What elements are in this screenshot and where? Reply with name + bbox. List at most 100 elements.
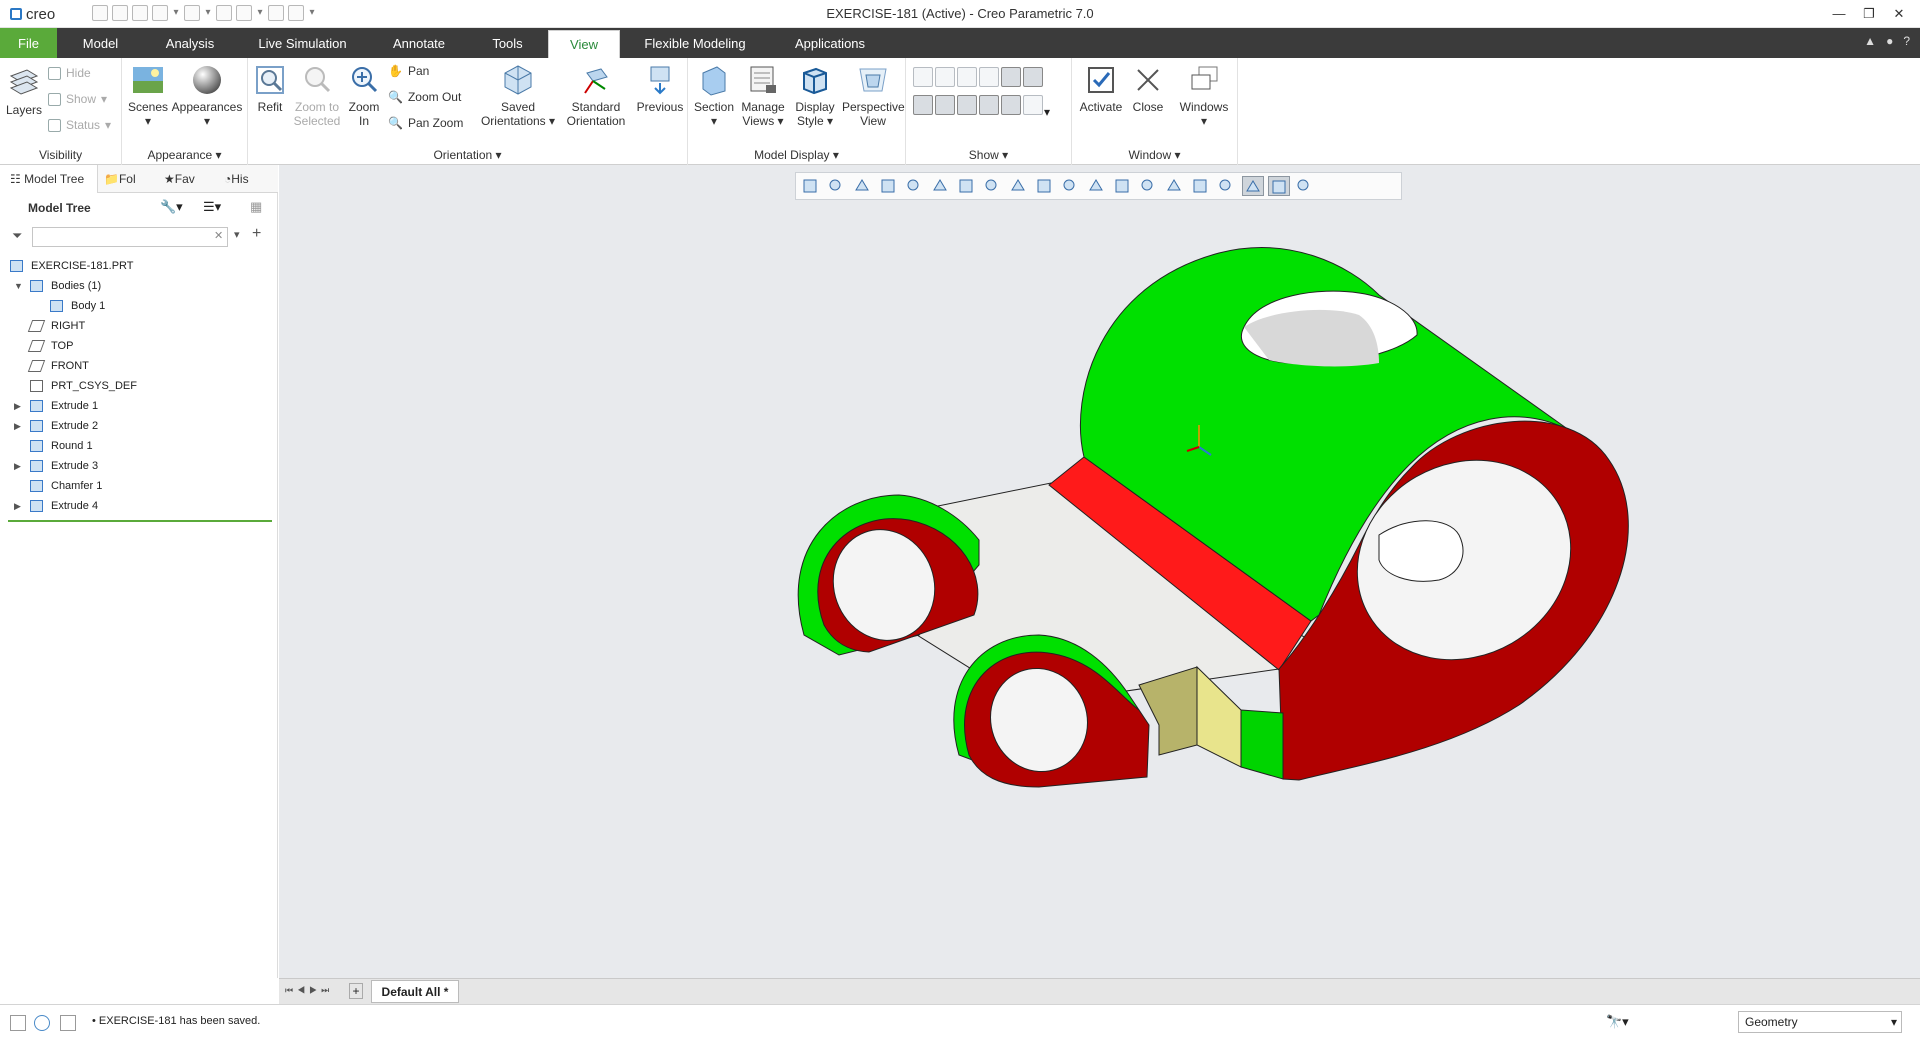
expand-icon[interactable]: ▶ xyxy=(14,416,21,436)
tree-item[interactable]: TOP xyxy=(0,336,278,356)
zoom-out-button[interactable]: 🔍 Zoom Out xyxy=(388,88,461,106)
filter-icon[interactable]: ⏷ xyxy=(12,228,22,244)
axis-display-icon[interactable] xyxy=(935,67,955,87)
scenes-button[interactable]: Scenes ▾ xyxy=(126,63,170,128)
tab-history[interactable]: ◔His xyxy=(224,165,274,193)
axis-tag-icon[interactable] xyxy=(935,95,955,115)
tree-search-input[interactable] xyxy=(32,227,228,247)
show-menu-icon[interactable]: ☰▾ xyxy=(203,199,221,215)
tree-item[interactable]: Round 1 xyxy=(0,436,278,456)
selection-filter[interactable]: Geometry ▾ xyxy=(1738,1011,1902,1033)
restore-icon[interactable]: ❐ xyxy=(1854,2,1884,26)
manage-views-button[interactable]: Manage Views ▾ xyxy=(738,63,788,128)
help-icon[interactable]: ? xyxy=(1903,34,1910,48)
undo-icon[interactable] xyxy=(152,5,168,21)
windows-button[interactable]: Windows ▾ xyxy=(1176,63,1232,128)
tree-item[interactable]: Body 1 xyxy=(0,296,278,316)
pan-zoom-button[interactable]: 🔍 Pan Zoom xyxy=(388,114,463,132)
status-button[interactable]: Status ▾ xyxy=(48,116,111,134)
open-file-icon[interactable] xyxy=(112,5,128,21)
undo-dropdown-icon[interactable]: ▾ xyxy=(172,5,180,21)
minimize-icon[interactable]: — xyxy=(1824,2,1854,26)
navigator-toggle-icon[interactable] xyxy=(10,1015,26,1031)
graphics-window[interactable] xyxy=(279,165,1920,978)
tab-file[interactable]: File xyxy=(0,28,57,58)
tree-item[interactable]: ▶ Extrude 3 xyxy=(0,456,278,476)
group-label-show[interactable]: Show ▾ xyxy=(906,148,1071,162)
tree-item[interactable]: EXERCISE-181.PRT xyxy=(0,256,278,276)
new-file-icon[interactable] xyxy=(92,5,108,21)
save-icon[interactable] xyxy=(132,5,148,21)
tree-item[interactable]: ▼ Bodies (1) xyxy=(0,276,278,296)
group-label-window[interactable]: Window ▾ xyxy=(1072,148,1237,162)
tree-item[interactable]: RIGHT xyxy=(0,316,278,336)
tab-applications[interactable]: Applications xyxy=(780,28,880,58)
user-icon[interactable]: ● xyxy=(1886,34,1893,48)
tab-model[interactable]: Model xyxy=(68,28,133,58)
tree-item[interactable]: ▶ Extrude 4 xyxy=(0,496,278,516)
tree-item[interactable]: Chamfer 1 xyxy=(0,476,278,496)
tab-live-simulation[interactable]: Live Simulation xyxy=(250,28,355,58)
expand-icon[interactable]: ▶ xyxy=(14,496,21,516)
plane-tag-icon[interactable] xyxy=(913,95,933,115)
tab-analysis[interactable]: Analysis xyxy=(155,28,225,58)
tab-model-tree[interactable]: ☷ Model Tree xyxy=(0,165,98,193)
standard-orientation-button[interactable]: Standard Orientation xyxy=(558,63,634,128)
tree-columns-icon[interactable]: ▦ xyxy=(250,199,262,215)
close-icon[interactable]: ✕ xyxy=(1884,2,1914,26)
group-label-orientation[interactable]: Orientation ▾ xyxy=(248,148,687,162)
regenerate-icon[interactable] xyxy=(216,5,232,21)
group-label-model-display[interactable]: Model Display ▾ xyxy=(688,148,905,162)
refit-button[interactable]: Refit xyxy=(252,63,288,114)
hide-button[interactable]: Hide xyxy=(48,64,91,82)
previous-button[interactable]: Previous xyxy=(634,63,686,114)
plane-display-icon[interactable] xyxy=(913,67,933,87)
section-button[interactable]: Section ▾ xyxy=(692,63,736,128)
find-icon[interactable]: 🔭▾ xyxy=(1606,1014,1629,1030)
insert-here-indicator[interactable] xyxy=(8,520,272,522)
browser-toggle-icon[interactable] xyxy=(34,1015,50,1031)
close-window-icon[interactable] xyxy=(288,5,304,21)
add-filter-icon[interactable]: + xyxy=(252,225,261,243)
appearances-button[interactable]: Appearances ▾ xyxy=(170,63,244,128)
tab-tools[interactable]: Tools xyxy=(480,28,535,58)
tab-flexible-modeling[interactable]: Flexible Modeling xyxy=(635,28,755,58)
point-tag-icon[interactable] xyxy=(957,95,977,115)
zoom-to-selected-button[interactable]: Zoom to Selected xyxy=(290,63,344,128)
tree-item[interactable]: ▶ Extrude 1 xyxy=(0,396,278,416)
switch-windows-icon[interactable] xyxy=(268,5,284,21)
pan-button[interactable]: ✋ Pan xyxy=(388,62,429,80)
redo-dropdown-icon[interactable]: ▾ xyxy=(204,5,212,21)
point-display-icon[interactable] xyxy=(957,67,977,87)
show-button[interactable]: Show ▾ xyxy=(48,90,107,108)
tree-item[interactable]: ▶ Extrude 2 xyxy=(0,416,278,436)
display-style-button[interactable]: Display Style ▾ xyxy=(790,63,840,128)
arrow-display-icon[interactable] xyxy=(1001,95,1021,115)
windows-dropdown-icon[interactable]: ▾ xyxy=(256,5,264,21)
annotation-display-icon[interactable] xyxy=(1023,67,1043,87)
tree-settings-icon[interactable]: 🔧▾ xyxy=(160,199,183,215)
tree-item[interactable]: FRONT xyxy=(0,356,278,376)
search-dropdown-icon[interactable]: ▾ xyxy=(234,228,240,241)
windows-icon[interactable] xyxy=(236,5,252,21)
tab-annotate[interactable]: Annotate xyxy=(380,28,458,58)
tab-scroll-arrows[interactable]: ⏮◀▶⏭ xyxy=(285,985,333,996)
fullscreen-toggle-icon[interactable] xyxy=(60,1015,76,1031)
spin-center-icon[interactable] xyxy=(1001,67,1021,87)
expand-icon[interactable]: ▶ xyxy=(14,456,21,476)
saved-orientations-button[interactable]: Saved Orientations ▾ xyxy=(480,63,556,128)
customize-toolbar-icon[interactable]: ▾ xyxy=(308,5,316,21)
redo-icon[interactable] xyxy=(184,5,200,21)
close-button[interactable]: Close xyxy=(1128,63,1168,114)
layers-button[interactable]: Layers xyxy=(4,66,44,117)
group-label-appearance[interactable]: Appearance ▾ xyxy=(122,148,247,162)
expand-icon[interactable]: ▶ xyxy=(14,396,21,416)
csys-tag-icon[interactable] xyxy=(979,95,999,115)
tab-folder-browser[interactable]: 📁Fol xyxy=(104,165,154,193)
clear-search-icon[interactable]: ✕ xyxy=(214,229,223,242)
add-tab-icon[interactable]: + xyxy=(349,983,363,999)
tab-view[interactable]: View xyxy=(548,30,620,58)
tab-favorites[interactable]: ★Fav xyxy=(164,165,214,193)
chevron-down-icon[interactable]: ▾ xyxy=(1044,105,1050,119)
csys-display-icon[interactable] xyxy=(979,67,999,87)
